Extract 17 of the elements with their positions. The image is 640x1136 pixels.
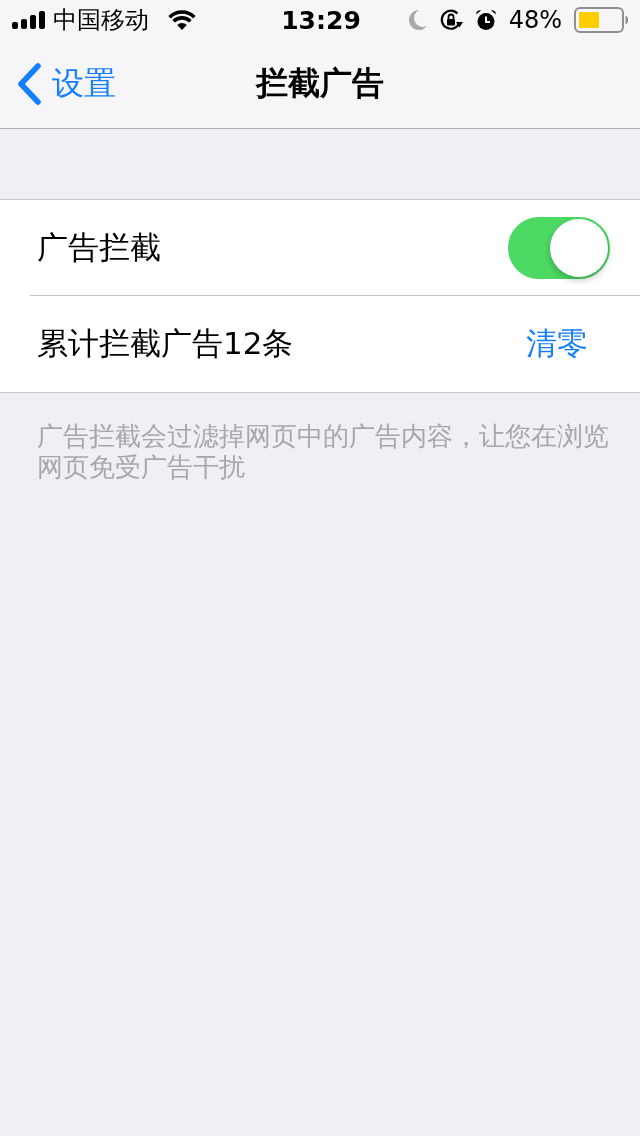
battery-icon	[574, 7, 630, 33]
page-title: 拦截广告	[256, 63, 384, 104]
alarm-clock-icon	[474, 9, 497, 31]
setting-label: 累计拦截广告12条	[37, 324, 294, 363]
wifi-icon	[168, 10, 196, 30]
toggle-switch[interactable]	[508, 216, 610, 279]
footer-note: 广告拦截会过滤掉网页中的广告内容，让您在浏览网页免受广告干扰	[37, 421, 610, 483]
clear-button[interactable]: 清零	[526, 323, 588, 365]
setting-label: 广告拦截	[37, 227, 161, 267]
back-button[interactable]: 设置	[0, 54, 122, 114]
status-time: 13:29	[281, 5, 361, 35]
carrier-name: 中国移动	[53, 5, 149, 36]
battery-percent: 48%	[508, 6, 562, 34]
moon-icon	[408, 10, 427, 30]
rotation-lock-icon	[438, 8, 463, 32]
signal-icon	[12, 11, 46, 29]
chevron-left-icon	[16, 63, 42, 105]
